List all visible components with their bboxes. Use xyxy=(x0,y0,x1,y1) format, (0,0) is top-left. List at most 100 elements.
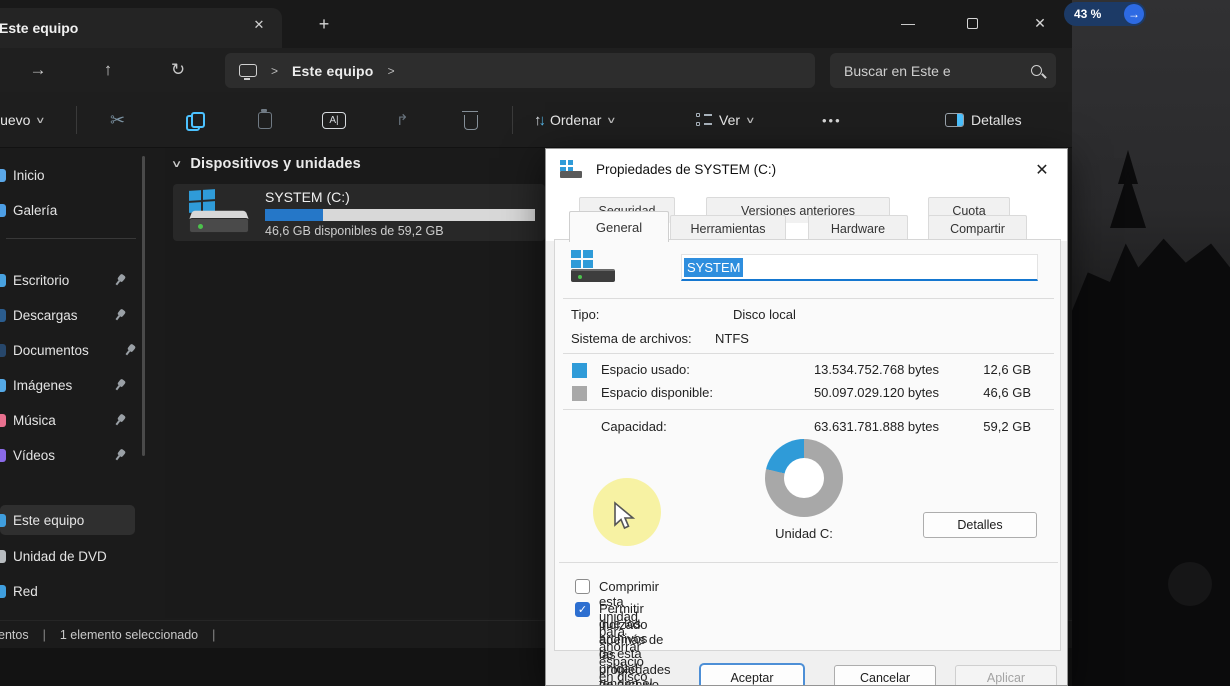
free-space-gb: 46,6 GB xyxy=(983,385,1031,400)
this-pc-icon xyxy=(239,64,257,80)
divider: | xyxy=(212,627,216,642)
sidebar-item-red[interactable]: Red xyxy=(0,576,150,606)
address-bar[interactable]: > Este equipo > xyxy=(225,53,815,88)
apply-button-disabled[interactable]: Aplicar xyxy=(955,665,1057,685)
sidebar-item-escritorio[interactable]: Escritorio xyxy=(0,265,150,295)
sidebar-item-descargas[interactable]: Descargas xyxy=(0,300,150,330)
general-tab-page: SYSTEM Tipo: Disco local Sistema de arch… xyxy=(554,239,1061,685)
new-button[interactable]: Nuevo ∨ xyxy=(0,92,46,148)
arrow-circle-icon[interactable]: → xyxy=(1124,4,1144,24)
cut-button[interactable]: ✂ xyxy=(110,92,125,148)
type-label: Tipo: xyxy=(571,307,600,322)
drive-item-system-c[interactable]: SYSTEM (C:) 46,6 GB disponibles de 59,2 … xyxy=(173,184,545,241)
tab-hardware[interactable]: Hardware xyxy=(808,215,908,241)
share-button[interactable]: ↱ xyxy=(396,92,409,148)
compress-checkbox[interactable] xyxy=(575,579,590,594)
gallery-icon xyxy=(0,203,6,217)
forward-button[interactable]: → xyxy=(18,48,58,92)
rename-button[interactable]: A| xyxy=(322,92,346,148)
pin-icon xyxy=(112,412,129,429)
maximize-button[interactable] xyxy=(950,4,994,42)
breadcrumb[interactable]: Este equipo xyxy=(292,63,374,79)
capacity-row: Capacidad: 63.631.781.888 bytes 59,2 GB xyxy=(555,419,1060,436)
new-label: Nuevo xyxy=(0,112,31,128)
downloads-icon xyxy=(0,308,6,322)
close-button[interactable]: ✕ xyxy=(1018,4,1062,42)
sidebar-item-documentos[interactable]: Documentos xyxy=(0,335,150,365)
free-space-label: Espacio disponible: xyxy=(601,385,714,400)
new-tab-button[interactable]: + xyxy=(312,12,336,36)
free-space-row: Espacio disponible: 50.097.029.120 bytes… xyxy=(555,385,1060,402)
pin-icon xyxy=(112,307,129,324)
up-button[interactable]: ↑ xyxy=(88,48,128,92)
drive-name-input[interactable]: SYSTEM xyxy=(681,254,1038,281)
tab-close-button[interactable]: ✕ xyxy=(248,14,270,36)
mouse-cursor xyxy=(614,501,636,530)
command-toolbar: Nuevo ∨ ✂ A| ↱ ↑↓ Ordenar ∨ Ver ∨ ••• xyxy=(0,92,1072,148)
windows-logo-icon xyxy=(571,250,593,268)
sidebar-scrollbar[interactable] xyxy=(142,156,145,456)
dialog-title: Propiedades de SYSTEM (C:) xyxy=(596,161,777,177)
drive-icon xyxy=(571,250,617,288)
section-title: Dispositivos y unidades xyxy=(190,156,361,172)
view-button[interactable]: Ver ∨ xyxy=(696,92,756,148)
details-pane-label: Detalles xyxy=(971,112,1022,128)
tab-compartir[interactable]: Compartir xyxy=(928,215,1027,241)
view-label: Ver xyxy=(719,112,741,128)
details-button[interactable]: Detalles xyxy=(923,512,1037,538)
sidebar-item-inicio[interactable]: Inicio xyxy=(0,160,150,190)
tab-herramientas[interactable]: Herramientas xyxy=(670,215,786,241)
rename-icon: A| xyxy=(322,111,346,129)
divider xyxy=(76,106,77,134)
maximize-icon xyxy=(966,17,978,29)
view-icon xyxy=(696,113,712,127)
paste-button[interactable] xyxy=(258,92,272,148)
item-count-fragment: entos xyxy=(0,627,29,642)
sidebar-item-imagenes[interactable]: Imágenes xyxy=(0,370,150,400)
ok-button[interactable]: Aceptar xyxy=(701,665,803,685)
cancel-button[interactable]: Cancelar xyxy=(834,665,936,685)
copy-button[interactable] xyxy=(186,92,205,148)
navigation-sidebar: Inicio Galería Escritorio Descargas Docu… xyxy=(0,148,165,618)
capacity-gb: 59,2 GB xyxy=(983,419,1031,434)
minimize-button[interactable]: — xyxy=(886,4,930,42)
desktop-wallpaper xyxy=(1072,0,1230,686)
tab-este-equipo[interactable]: Este equipo xyxy=(0,8,282,48)
free-space-swatch xyxy=(572,386,587,401)
search-input[interactable]: Buscar en Este e xyxy=(830,53,1056,88)
desktop-icon xyxy=(0,273,6,287)
search-icon xyxy=(1031,65,1042,76)
sidebar-item-este-equipo[interactable]: Este equipo xyxy=(0,505,135,535)
section-header[interactable]: ∨ Dispositivos y unidades xyxy=(171,156,361,172)
delete-button[interactable] xyxy=(462,92,478,148)
chevron-down-icon: ∨ xyxy=(745,114,756,125)
chevron-right-icon: > xyxy=(271,63,279,78)
sidebar-item-videos[interactable]: Vídeos xyxy=(0,440,150,470)
more-options-button[interactable]: ••• xyxy=(822,92,842,148)
refresh-button[interactable]: ↻ xyxy=(158,48,198,92)
details-pane-button[interactable]: Detalles xyxy=(945,92,1022,148)
search-placeholder: Buscar en Este e xyxy=(844,62,951,79)
used-space-row: Espacio usado: 13.534.752.768 bytes 12,6… xyxy=(555,362,1060,379)
trash-icon xyxy=(462,110,478,130)
tab-general[interactable]: General xyxy=(569,211,669,242)
chevron-right-icon: > xyxy=(387,63,395,78)
home-icon xyxy=(0,168,6,182)
sidebar-item-galeria[interactable]: Galería xyxy=(0,195,150,225)
free-space-bytes: 50.097.029.120 bytes xyxy=(813,385,939,400)
sort-label: Ordenar xyxy=(550,112,602,128)
used-space-bytes: 13.534.752.768 bytes xyxy=(813,362,939,377)
properties-dialog: Propiedades de SYSTEM (C:) ✕ Seguridad V… xyxy=(545,148,1068,686)
sidebar-item-musica[interactable]: Música xyxy=(0,405,150,435)
index-checkbox[interactable]: ✓ xyxy=(575,602,590,617)
windows-drive-icon xyxy=(187,189,249,236)
tab-title: Este equipo xyxy=(0,20,79,36)
tree-silhouette xyxy=(1110,172,1146,228)
sort-button[interactable]: ↑↓ Ordenar ∨ xyxy=(534,92,617,148)
navigation-bar: → ↑ ↻ > Este equipo > Buscar en Este e xyxy=(0,48,1072,92)
screen: Este equipo ✕ + — ✕ → ↑ ↻ > Este equipo … xyxy=(0,0,1230,686)
sidebar-item-unidad-dvd[interactable]: Unidad de DVD xyxy=(0,541,150,571)
dialog-close-button[interactable]: ✕ xyxy=(1031,159,1053,181)
drive-name: SYSTEM (C:) xyxy=(265,189,350,205)
used-space-gb: 12,6 GB xyxy=(983,362,1031,377)
